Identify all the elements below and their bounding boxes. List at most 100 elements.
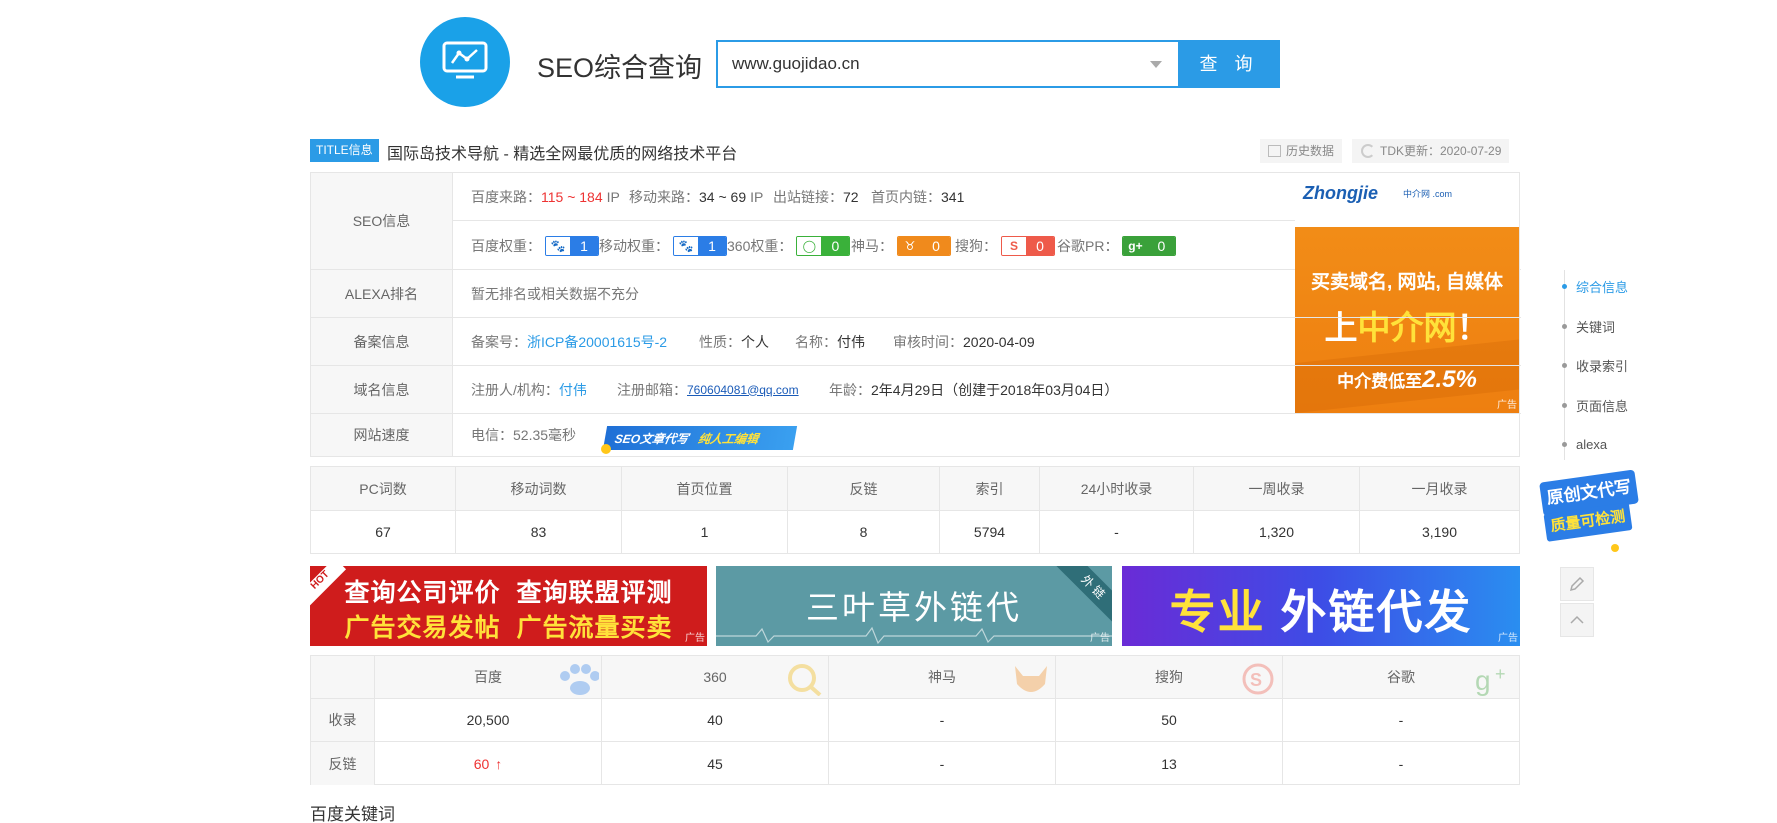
traffic-line: 百度来路： 115 ~ 184 IP 移动来路： 34 ~ 69 IP 出站链接…	[453, 173, 1295, 221]
svg-text:g: g	[1475, 665, 1491, 696]
shenma-rank[interactable]: 神马： ♉ 0	[851, 221, 951, 270]
beian-name: 名称： 付伟	[795, 333, 865, 350]
nav-item-alexa[interactable]: alexa	[1562, 434, 1607, 454]
engine-index-value[interactable]: 20,500	[375, 699, 602, 741]
stats-value[interactable]: 67	[311, 511, 456, 553]
stats-value[interactable]: 3,190	[1360, 511, 1519, 553]
domain-email[interactable]: 注册邮箱： 760604081@qq.com	[617, 366, 799, 413]
beian-audit-time: 审核时间： 2020-04-09	[893, 333, 1035, 350]
domain-label: 域名信息	[311, 366, 453, 413]
engine-corner-cell	[311, 656, 375, 698]
engine-backlink-value[interactable]: 13	[1056, 742, 1283, 785]
stats-value[interactable]: 1	[622, 511, 788, 553]
beian-number-link[interactable]: 浙ICP备20001615号-2	[527, 332, 667, 352]
sogou-rank-badge[interactable]: S0	[1001, 235, 1055, 256]
baidu-traffic-value: 115 ~ 184	[541, 188, 603, 205]
speed-value: 电信：52.35毫秒	[471, 427, 577, 443]
stats-header: PC词数 移动词数 首页位置 反链 索引 24小时收录 一周收录 一月收录	[311, 467, 1519, 511]
banner-company-review[interactable]: HOT 查询公司评价 查询联盟评测 广告交易发帖 广告流量买卖 广告	[310, 566, 707, 646]
engine-backlink-value[interactable]: 45	[602, 742, 829, 785]
stats-header-cell: 反链	[788, 467, 940, 510]
search-input-value[interactable]: www.guojidao.cn	[732, 54, 860, 74]
original-writing-badge[interactable]: 原创文代写 质量可检测	[1535, 466, 1645, 556]
dropdown-caret-icon[interactable]	[1150, 61, 1162, 68]
rank-line: 百度权重： 🐾 1 移动权重： 🐾 1 360权重： ◯ 0 神马： ♉ 0 搜狗：	[453, 221, 1295, 270]
site-info-table: SEO信息 百度来路： 115 ~ 184 IP 移动来路： 34 ~ 69 I…	[310, 172, 1521, 457]
seo-writing-promo[interactable]: SEO文章代写 纯人工编辑	[602, 426, 798, 450]
mobile-rank[interactable]: 移动权重： 🐾 1	[599, 221, 727, 270]
edit-button[interactable]	[1560, 567, 1594, 601]
baidu-rank[interactable]: 百度权重： 🐾 1	[471, 221, 599, 270]
search-button[interactable]: 查 询	[1178, 40, 1280, 88]
sogou-rank[interactable]: 搜狗： S0	[955, 221, 1055, 270]
engine-header-google: 谷歌 g +	[1283, 656, 1519, 698]
stats-header-cell: PC词数	[311, 467, 456, 510]
nav-dot-icon	[1562, 362, 1567, 368]
nav-item-index[interactable]: 收录索引	[1562, 355, 1628, 375]
outbound-links-value: 72	[843, 188, 859, 205]
homepage-links: 首页内链： 341	[871, 188, 965, 205]
domain-registrant[interactable]: 注册人/机构： 付伟	[471, 366, 587, 413]
stats-value[interactable]: 8	[788, 511, 940, 553]
chevron-up-icon	[1570, 615, 1584, 624]
stats-value[interactable]: 5794	[940, 511, 1040, 553]
back-to-top-button[interactable]	[1560, 603, 1594, 637]
banner-clover-links[interactable]: 外 链 三叶草外链代 广告	[716, 566, 1112, 646]
beian-label: 备案信息	[311, 318, 453, 365]
360-search-icon	[788, 664, 822, 696]
domain-age: 年龄： 2年4月29日（创建于2018年03月04日）	[829, 381, 1119, 398]
alexa-label: ALEXA排名	[311, 270, 453, 317]
engine-backlink-value: -	[1398, 755, 1404, 772]
nav-item-keywords[interactable]: 关键词	[1562, 316, 1615, 336]
nav-item-page-info[interactable]: 页面信息	[1562, 395, 1628, 415]
stats-value: -	[1040, 511, 1194, 553]
google-pr-rank[interactable]: 谷歌PR： g+ 0	[1057, 221, 1177, 270]
360-rank[interactable]: 360权重： ◯ 0	[727, 221, 851, 270]
stats-value[interactable]: 83	[456, 511, 622, 553]
beian-row: 备案信息 备案号： 浙ICP备20001615号-2 性质： 个人 名称： 付伟…	[311, 318, 1521, 366]
360-rank-badge[interactable]: ◯ 0	[796, 235, 851, 256]
mobile-traffic: 移动来路： 34 ~ 69 IP	[629, 188, 764, 205]
section-title-baidu-keywords: 百度关键词	[310, 805, 395, 823]
search-input[interactable]: www.guojidao.cn	[716, 40, 1180, 88]
seo-info-label: SEO信息	[311, 173, 453, 269]
arrow-up-icon: ↑	[495, 755, 503, 772]
nav-dot-icon	[1562, 402, 1567, 408]
baidu-traffic: 百度来路： 115 ~ 184 IP	[471, 188, 620, 205]
banner1-line1: 查询公司评价 查询联盟评测	[344, 579, 673, 607]
site-logo[interactable]	[420, 17, 510, 107]
engine-row-label: 收录	[311, 699, 375, 741]
engine-index-value[interactable]: 50	[1056, 699, 1283, 741]
google-pr-badge[interactable]: g+ 0	[1122, 235, 1177, 256]
engine-backlink-row: 反链 60 ↑ 45 - 13 -	[311, 742, 1519, 785]
speed-row: 网站速度 电信：52.35毫秒 SEO文章代写 纯人工编辑	[311, 414, 1521, 456]
banner2-text: 三叶草外链代	[806, 588, 1022, 627]
registrant-email-link[interactable]: 760604081@qq.com	[687, 383, 799, 397]
history-data-label: 历史数据	[1286, 144, 1335, 158]
stats-header-cell: 首页位置	[622, 467, 788, 510]
speed-label: 网站速度	[311, 414, 453, 456]
stats-value[interactable]: 1,320	[1194, 511, 1360, 553]
shenma-rank-badge[interactable]: ♉ 0	[897, 235, 951, 256]
baidu-rank-badge[interactable]: 🐾 1	[545, 235, 599, 256]
history-data-button[interactable]: 历史数据	[1260, 139, 1343, 163]
tdk-update-label: TDK更新：2020-07-29	[1380, 144, 1502, 158]
beian-nature: 性质： 个人	[699, 333, 769, 350]
banner-link-service[interactable]: 专业 外链代发 广告	[1122, 566, 1520, 646]
engine-index-value[interactable]: 40	[602, 699, 829, 741]
beian-number[interactable]: 备案号： 浙ICP备20001615号-2	[471, 318, 667, 365]
registrant-link[interactable]: 付伟	[559, 380, 587, 400]
outbound-links: 出站链接： 72	[773, 188, 859, 205]
nav-dot-icon	[1562, 323, 1567, 329]
engine-index-value: -	[1398, 712, 1404, 728]
engine-backlink-baidu[interactable]: 60 ↑	[375, 742, 602, 785]
mobile-rank-badge[interactable]: 🐾 1	[673, 235, 727, 256]
tdk-update-button[interactable]: TDK更新：2020-07-29	[1352, 139, 1510, 163]
google-plus-icon: g+	[1475, 664, 1506, 696]
sogou-logo-icon: S	[1002, 236, 1026, 255]
stats-header-cell: 移动词数	[456, 467, 622, 510]
nav-item-overview[interactable]: 综合信息	[1562, 276, 1628, 296]
svg-text:+: +	[1495, 664, 1506, 684]
stats-header-cell: 24小时收录	[1040, 467, 1194, 510]
promo-dot	[601, 444, 611, 454]
